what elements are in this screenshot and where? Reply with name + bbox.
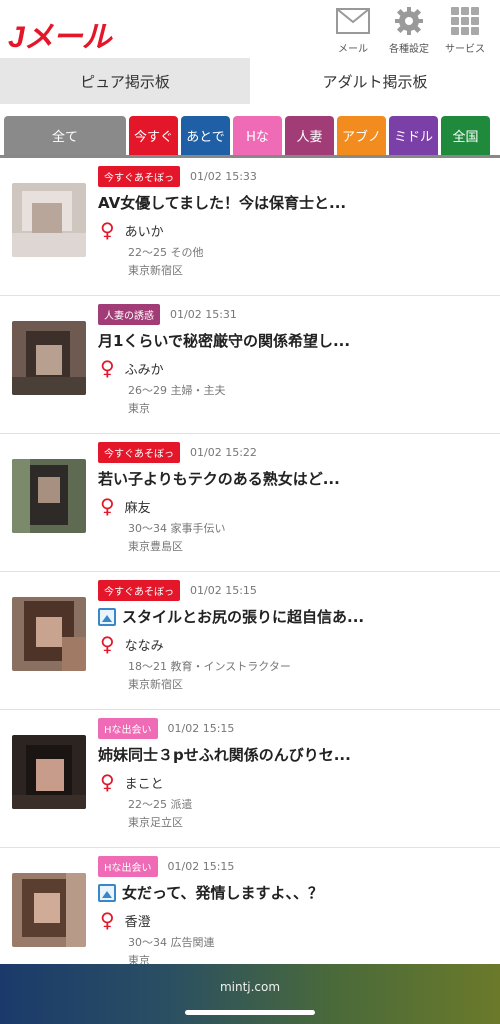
post-item[interactable]: 人妻の誘惑 01/02 15:31 月1くらいで秘密厳守の関係希望し... ♀ …: [0, 296, 500, 434]
grid-icon: [448, 6, 482, 36]
home-indicator[interactable]: [185, 1010, 315, 1015]
image-attached-icon: [98, 607, 116, 626]
browser-url[interactable]: mintj.com: [0, 980, 500, 994]
services-button[interactable]: サービス: [442, 6, 488, 55]
category-tab-now[interactable]: 今すぐ: [129, 116, 178, 155]
post-title-text: 月1くらいで秘密厳守の関係希望し...: [98, 332, 351, 350]
category-tab-nationwide[interactable]: 全国: [441, 116, 490, 155]
post-item[interactable]: 今すぐあそぼっ 01/02 15:33 AV女優してました！今は保育士と... …: [0, 158, 500, 296]
user-age-job: 18～21 教育・インストラクター: [128, 660, 291, 673]
post-title-text: 若い子よりもテクのある熟女はど...: [98, 470, 340, 488]
post-title[interactable]: AV女優してました！今は保育士と...: [98, 192, 346, 213]
post-badge: 今すぐあそぼっ: [98, 580, 180, 601]
user-location: 東京足立区: [128, 816, 183, 829]
user-location: 東京新宿区: [128, 264, 183, 277]
avatar[interactable]: [12, 873, 86, 947]
post-date: 01/02 15:33: [190, 170, 257, 183]
post-title[interactable]: 姉妹同士３pせふれ関係のんびりセ...: [98, 744, 351, 765]
category-tabs: 全て 今すぐ あとで Hな 人妻 アブノ ミドル 全国: [0, 104, 500, 158]
user-name: あいか: [124, 224, 164, 240]
user-name: 香澄: [124, 914, 151, 930]
post-date: 01/02 15:22: [190, 446, 257, 459]
post-badge: 今すぐあそぼっ: [98, 166, 180, 187]
settings-label: 各種設定: [389, 44, 429, 55]
post-title-text: 姉妹同士３pせふれ関係のんびりセ...: [98, 746, 351, 764]
app-logo[interactable]: Jメール: [8, 12, 112, 56]
post-date: 01/02 15:15: [190, 584, 257, 597]
female-icon: ♀: [100, 908, 115, 932]
post-badge: Hな出会い: [98, 718, 158, 739]
user-age-job: 22～25 その他: [128, 246, 204, 259]
tab-adult-board[interactable]: アダルト掲示板: [250, 58, 500, 104]
post-date: 01/02 15:15: [167, 860, 235, 873]
post-item[interactable]: 今すぐあそぼっ 01/02 15:15 スタイルとお尻の張りに超自信あ... ♀…: [0, 572, 500, 710]
avatar[interactable]: [12, 321, 86, 395]
category-tab-abno[interactable]: アブノ: [337, 116, 386, 155]
mail-button[interactable]: メール: [330, 6, 376, 55]
female-icon: ♀: [100, 632, 115, 656]
post-title-text: AV女優してました！今は保育士と...: [98, 194, 347, 212]
female-icon: ♀: [100, 356, 115, 380]
browser-address-bar[interactable]: mintj.com: [0, 964, 500, 1024]
mail-icon: [336, 6, 370, 36]
post-date: 01/02 15:15: [167, 722, 235, 735]
post-item[interactable]: 今すぐあそぼっ 01/02 15:22 若い子よりもテクのある熟女はど... ♀…: [0, 434, 500, 572]
post-title[interactable]: スタイルとお尻の張りに超自信あ...: [98, 606, 364, 627]
female-icon: ♀: [100, 494, 115, 518]
post-title-text: スタイルとお尻の張りに超自信あ...: [122, 608, 365, 626]
category-tab-all[interactable]: 全て: [4, 116, 126, 155]
user-location: 東京豊島区: [128, 540, 183, 553]
user-age-job: 30～34 広告関連: [128, 936, 215, 949]
post-badge: Hな出会い: [98, 856, 158, 877]
category-tab-later[interactable]: あとで: [181, 116, 230, 155]
user-name: ふみか: [124, 362, 164, 378]
user-location: 東京: [128, 402, 150, 415]
header-nav: メール 各種設定 サービス: [330, 6, 488, 55]
post-date: 01/02 15:31: [170, 308, 237, 321]
user-name: ななみ: [124, 638, 164, 654]
tab-pure-board[interactable]: ピュア掲示板: [0, 58, 250, 104]
category-tab-h[interactable]: Hな: [233, 116, 282, 155]
post-title-text: 女だって、発情しますよ、、？: [122, 884, 324, 902]
user-age-job: 26～29 主婦・主夫: [128, 384, 226, 397]
post-list: 今すぐあそぼっ 01/02 15:33 AV女優してました！今は保育士と... …: [0, 158, 500, 986]
services-label: サービス: [445, 44, 485, 55]
avatar[interactable]: [12, 459, 86, 533]
avatar[interactable]: [12, 735, 86, 809]
female-icon: ♀: [100, 770, 115, 794]
gear-icon: [392, 6, 426, 36]
post-title[interactable]: 女だって、発情しますよ、、？: [98, 882, 323, 903]
post-badge: 人妻の誘惑: [98, 304, 160, 325]
avatar[interactable]: [12, 183, 86, 257]
post-title[interactable]: 月1くらいで秘密厳守の関係希望し...: [98, 330, 350, 351]
image-attached-icon: [98, 883, 116, 902]
user-age-job: 30～34 家事手伝い: [128, 522, 226, 535]
post-title[interactable]: 若い子よりもテクのある熟女はど...: [98, 468, 340, 489]
user-location: 東京新宿区: [128, 678, 183, 691]
user-name: 麻友: [124, 500, 151, 516]
category-tab-married[interactable]: 人妻: [285, 116, 334, 155]
avatar[interactable]: [12, 597, 86, 671]
category-tab-middle[interactable]: ミドル: [389, 116, 438, 155]
female-icon: ♀: [100, 218, 115, 242]
board-tabs: ピュア掲示板 アダルト掲示板: [0, 58, 500, 104]
settings-button[interactable]: 各種設定: [386, 6, 432, 55]
mail-label: メール: [338, 44, 368, 55]
user-name: まこと: [124, 776, 164, 792]
post-item[interactable]: Hな出会い 01/02 15:15 姉妹同士３pせふれ関係のんびりセ... ♀ …: [0, 710, 500, 848]
post-badge: 今すぐあそぼっ: [98, 442, 180, 463]
user-age-job: 22～25 派遣: [128, 798, 193, 811]
app-header: Jメール メール 各種設定 サービス: [0, 0, 500, 58]
